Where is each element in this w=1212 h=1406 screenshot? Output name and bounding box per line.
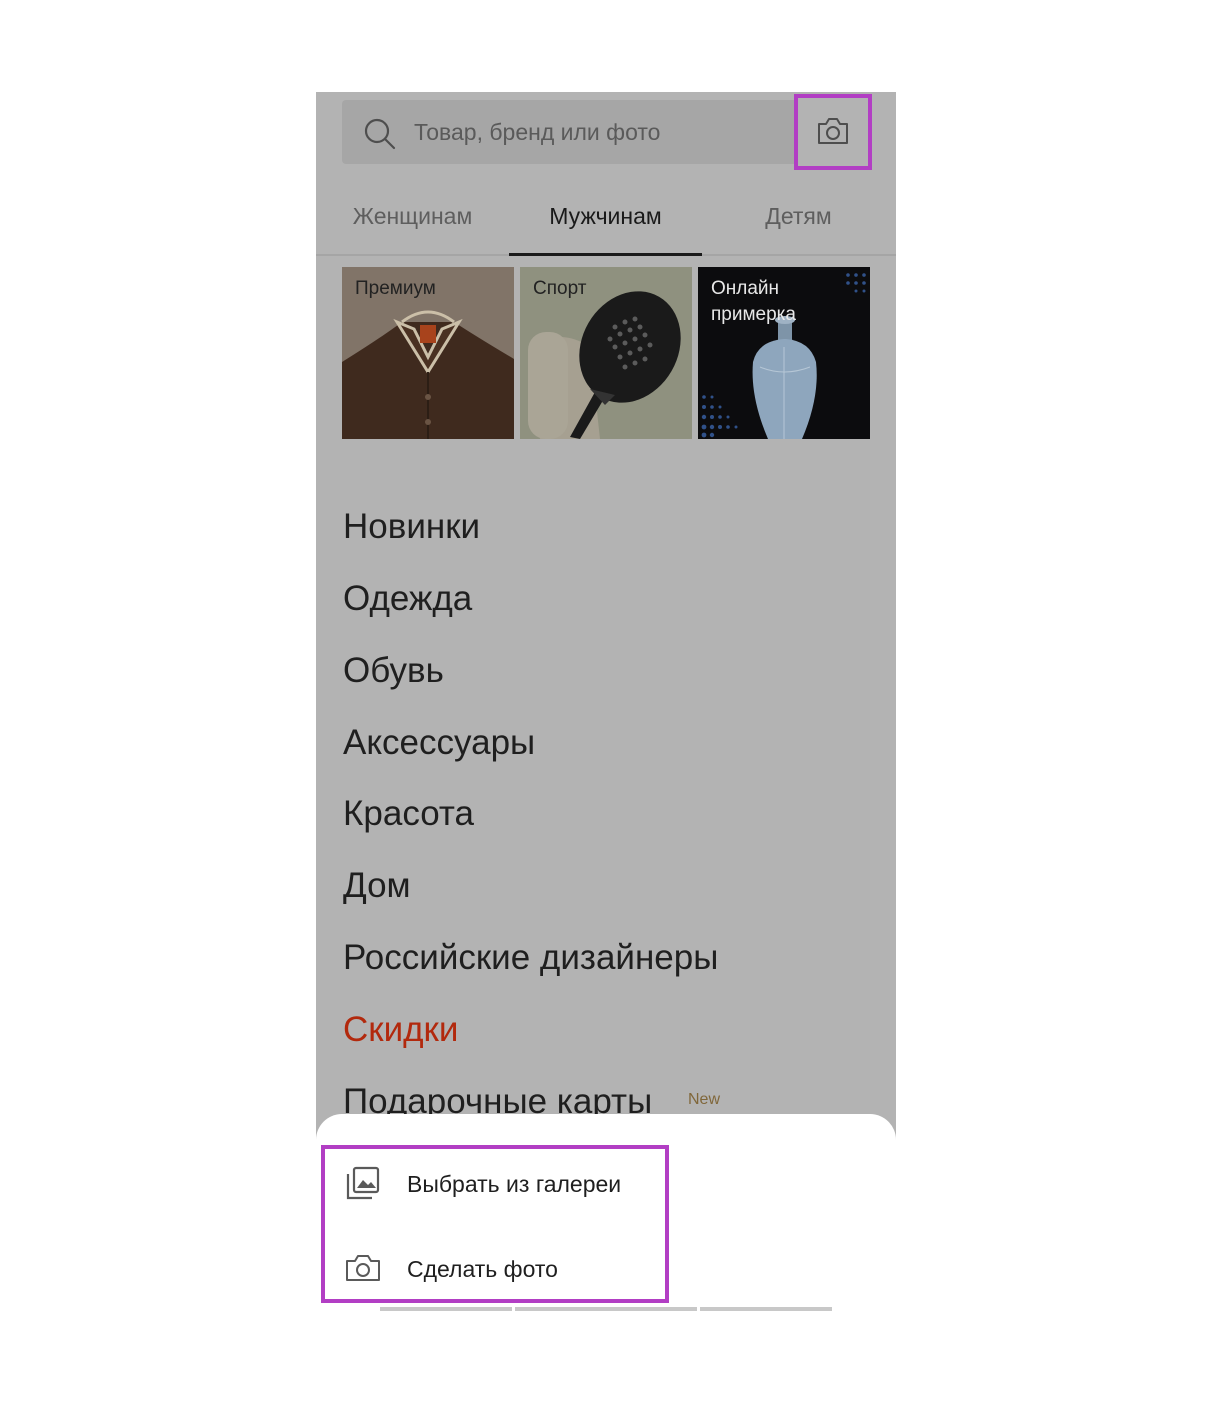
choose-from-gallery-option[interactable]: Выбрать из галереи [325,1149,665,1219]
camera-icon [818,118,848,144]
camera-search-button[interactable] [794,94,872,170]
menu-item-beauty[interactable]: Красота [343,792,474,836]
menu-item-home[interactable]: Дом [343,864,411,908]
scroll-divider [515,1307,697,1311]
photo-option-label: Сделать фото [407,1256,558,1282]
gallery-option-label: Выбрать из галереи [407,1171,622,1197]
tile-label: Онлайн примерка [711,278,796,325]
menu-item-accessories[interactable]: Аксессуары [343,721,535,765]
tile-label: Премиум [355,278,436,299]
menu-item-sale[interactable]: Скидки [343,1008,458,1052]
photo-options-sheet: Выбрать из галереи Сделать фото [316,1114,896,1314]
camera-icon [346,1255,380,1281]
photo-options-group: Выбрать из галереи Сделать фото [321,1145,669,1303]
tile-sport[interactable]: Спорт [520,267,692,439]
tab-men[interactable]: Мужчинам [509,192,702,256]
gender-tabs: Женщинам Мужчинам Детям [316,192,896,256]
menu-item-shoes[interactable]: Обувь [343,649,444,693]
tab-women[interactable]: Женщинам [316,192,509,254]
search-icon [364,118,396,150]
menu-item-new[interactable]: Новинки [343,505,480,549]
tab-kids[interactable]: Детям [702,192,895,254]
gallery-icon [346,1166,380,1200]
scroll-divider [700,1307,832,1311]
search-input[interactable]: Товар, бренд или фото [414,100,660,164]
tile-premium[interactable]: Премиум [342,267,514,439]
search-bar[interactable]: Товар, бренд или фото [342,100,798,164]
take-photo-option[interactable]: Сделать фото [325,1239,665,1299]
menu-item-russian-designers[interactable]: Российские дизайнеры [343,936,718,980]
tile-online-fitting[interactable]: Онлайн примерка [698,267,870,439]
tile-label: Спорт [533,278,587,299]
menu-item-clothing[interactable]: Одежда [343,577,472,621]
scroll-divider [380,1307,512,1311]
new-badge: New [688,1091,721,1108]
